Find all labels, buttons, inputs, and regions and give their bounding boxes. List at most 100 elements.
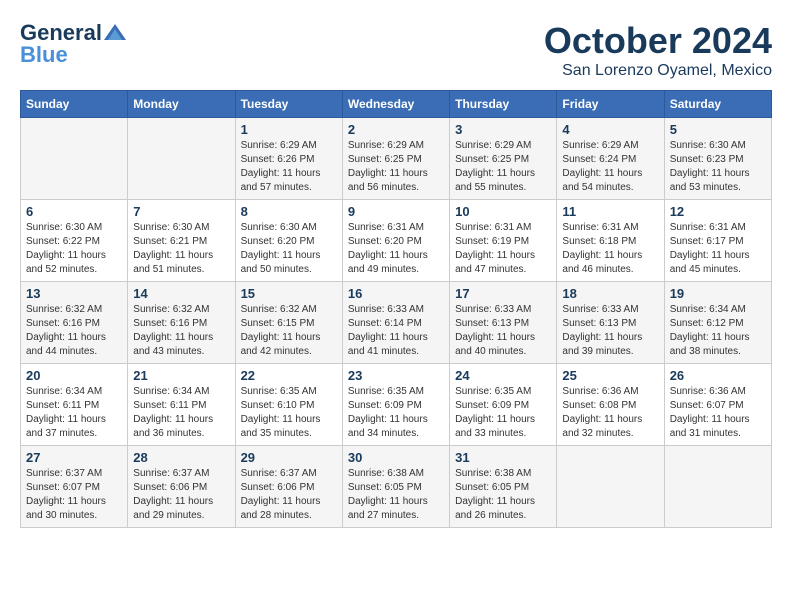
calendar-cell: 17 Sunrise: 6:33 AM Sunset: 6:13 PM Dayli… — [450, 282, 557, 364]
day-info: Sunrise: 6:30 AM Sunset: 6:20 PM Dayligh… — [241, 221, 337, 277]
day-info: Sunrise: 6:29 AM Sunset: 6:24 PM Dayligh… — [562, 139, 658, 195]
calendar-cell — [557, 446, 664, 528]
day-info: Sunrise: 6:33 AM Sunset: 6:14 PM Dayligh… — [348, 303, 444, 359]
day-info: Sunrise: 6:37 AM Sunset: 6:06 PM Dayligh… — [133, 467, 229, 523]
day-number: 21 — [133, 368, 229, 383]
header-thursday: Thursday — [450, 91, 557, 118]
day-number: 30 — [348, 450, 444, 465]
day-info: Sunrise: 6:38 AM Sunset: 6:05 PM Dayligh… — [455, 467, 551, 523]
day-info: Sunrise: 6:32 AM Sunset: 6:16 PM Dayligh… — [133, 303, 229, 359]
day-info: Sunrise: 6:30 AM Sunset: 6:22 PM Dayligh… — [26, 221, 122, 277]
calendar-week-row: 27 Sunrise: 6:37 AM Sunset: 6:07 PM Dayli… — [21, 446, 772, 528]
day-info: Sunrise: 6:29 AM Sunset: 6:25 PM Dayligh… — [348, 139, 444, 195]
day-number: 6 — [26, 204, 122, 219]
header-saturday: Saturday — [664, 91, 771, 118]
calendar-cell: 2 Sunrise: 6:29 AM Sunset: 6:25 PM Daylig… — [342, 118, 449, 200]
calendar-cell: 5Sunrise: 6:30 AM Sunset: 6:23 PM Daylig… — [664, 118, 771, 200]
day-info: Sunrise: 6:31 AM Sunset: 6:18 PM Dayligh… — [562, 221, 658, 277]
title-area: October 2024 San Lorenzo Oyamel, Mexico — [544, 20, 772, 80]
calendar-cell: 19 Sunrise: 6:34 AM Sunset: 6:12 PM Dayli… — [664, 282, 771, 364]
day-number: 16 — [348, 286, 444, 301]
header-wednesday: Wednesday — [342, 91, 449, 118]
month-title: October 2024 — [544, 20, 772, 62]
day-number: 18 — [562, 286, 658, 301]
day-number: 9 — [348, 204, 444, 219]
day-number: 5 — [670, 122, 766, 137]
day-number: 22 — [241, 368, 337, 383]
day-info: Sunrise: 6:32 AM Sunset: 6:15 PM Dayligh… — [241, 303, 337, 359]
calendar-cell — [128, 118, 235, 200]
day-info: Sunrise: 6:36 AM Sunset: 6:07 PM Dayligh… — [670, 385, 766, 441]
day-number: 31 — [455, 450, 551, 465]
logo: General Blue — [20, 20, 126, 68]
day-number: 2 — [348, 122, 444, 137]
day-number: 19 — [670, 286, 766, 301]
day-number: 17 — [455, 286, 551, 301]
day-number: 25 — [562, 368, 658, 383]
day-info: Sunrise: 6:35 AM Sunset: 6:10 PM Dayligh… — [241, 385, 337, 441]
day-number: 28 — [133, 450, 229, 465]
calendar-cell: 13 Sunrise: 6:32 AM Sunset: 6:16 PM Dayli… — [21, 282, 128, 364]
calendar-cell: 8 Sunrise: 6:30 AM Sunset: 6:20 PM Daylig… — [235, 200, 342, 282]
day-info: Sunrise: 6:38 AM Sunset: 6:05 PM Dayligh… — [348, 467, 444, 523]
calendar-cell: 27 Sunrise: 6:37 AM Sunset: 6:07 PM Dayli… — [21, 446, 128, 528]
day-number: 11 — [562, 204, 658, 219]
day-info: Sunrise: 6:33 AM Sunset: 6:13 PM Dayligh… — [455, 303, 551, 359]
location: San Lorenzo Oyamel, Mexico — [544, 62, 772, 80]
calendar-cell — [21, 118, 128, 200]
day-number: 10 — [455, 204, 551, 219]
day-info: Sunrise: 6:30 AM Sunset: 6:21 PM Dayligh… — [133, 221, 229, 277]
calendar-cell: 18Sunrise: 6:33 AM Sunset: 6:13 PM Dayli… — [557, 282, 664, 364]
calendar-cell: 7Sunrise: 6:30 AM Sunset: 6:21 PM Daylig… — [128, 200, 235, 282]
logo-blue: Blue — [20, 42, 68, 68]
calendar-cell: 31 Sunrise: 6:38 AM Sunset: 6:05 PM Dayli… — [450, 446, 557, 528]
calendar-week-row: 6 Sunrise: 6:30 AM Sunset: 6:22 PM Daylig… — [21, 200, 772, 282]
header-sunday: Sunday — [21, 91, 128, 118]
day-info: Sunrise: 6:36 AM Sunset: 6:08 PM Dayligh… — [562, 385, 658, 441]
day-number: 26 — [670, 368, 766, 383]
day-info: Sunrise: 6:34 AM Sunset: 6:11 PM Dayligh… — [26, 385, 122, 441]
calendar-cell: 25 Sunrise: 6:36 AM Sunset: 6:08 PM Dayli… — [557, 364, 664, 446]
day-info: Sunrise: 6:29 AM Sunset: 6:25 PM Dayligh… — [455, 139, 551, 195]
calendar-cell: 22 Sunrise: 6:35 AM Sunset: 6:10 PM Dayli… — [235, 364, 342, 446]
calendar-header-row: SundayMondayTuesdayWednesdayThursdayFrid… — [21, 91, 772, 118]
calendar-cell: 23Sunrise: 6:35 AM Sunset: 6:09 PM Dayli… — [342, 364, 449, 446]
day-info: Sunrise: 6:35 AM Sunset: 6:09 PM Dayligh… — [348, 385, 444, 441]
day-info: Sunrise: 6:35 AM Sunset: 6:09 PM Dayligh… — [455, 385, 551, 441]
calendar-cell: 6 Sunrise: 6:30 AM Sunset: 6:22 PM Daylig… — [21, 200, 128, 282]
calendar-cell: 29Sunrise: 6:37 AM Sunset: 6:06 PM Dayli… — [235, 446, 342, 528]
day-number: 3 — [455, 122, 551, 137]
calendar-cell: 12 Sunrise: 6:31 AM Sunset: 6:17 PM Dayli… — [664, 200, 771, 282]
logo-icon — [104, 24, 126, 40]
calendar-cell: 10 Sunrise: 6:31 AM Sunset: 6:19 PM Dayli… — [450, 200, 557, 282]
day-info: Sunrise: 6:32 AM Sunset: 6:16 PM Dayligh… — [26, 303, 122, 359]
header-friday: Friday — [557, 91, 664, 118]
day-info: Sunrise: 6:29 AM Sunset: 6:26 PM Dayligh… — [241, 139, 337, 195]
calendar-cell: 30 Sunrise: 6:38 AM Sunset: 6:05 PM Dayli… — [342, 446, 449, 528]
day-number: 15 — [241, 286, 337, 301]
day-info: Sunrise: 6:34 AM Sunset: 6:12 PM Dayligh… — [670, 303, 766, 359]
calendar-cell: 24Sunrise: 6:35 AM Sunset: 6:09 PM Dayli… — [450, 364, 557, 446]
day-info: Sunrise: 6:37 AM Sunset: 6:06 PM Dayligh… — [241, 467, 337, 523]
day-number: 12 — [670, 204, 766, 219]
day-info: Sunrise: 6:31 AM Sunset: 6:20 PM Dayligh… — [348, 221, 444, 277]
day-number: 20 — [26, 368, 122, 383]
day-info: Sunrise: 6:31 AM Sunset: 6:17 PM Dayligh… — [670, 221, 766, 277]
calendar-cell: 26 Sunrise: 6:36 AM Sunset: 6:07 PM Dayli… — [664, 364, 771, 446]
calendar-week-row: 20 Sunrise: 6:34 AM Sunset: 6:11 PM Dayli… — [21, 364, 772, 446]
day-number: 8 — [241, 204, 337, 219]
calendar-cell: 14 Sunrise: 6:32 AM Sunset: 6:16 PM Dayli… — [128, 282, 235, 364]
calendar-cell: 16 Sunrise: 6:33 AM Sunset: 6:14 PM Dayli… — [342, 282, 449, 364]
day-info: Sunrise: 6:31 AM Sunset: 6:19 PM Dayligh… — [455, 221, 551, 277]
day-number: 1 — [241, 122, 337, 137]
calendar-cell: 1 Sunrise: 6:29 AM Sunset: 6:26 PM Daylig… — [235, 118, 342, 200]
day-number: 13 — [26, 286, 122, 301]
calendar-table: SundayMondayTuesdayWednesdayThursdayFrid… — [20, 90, 772, 528]
calendar-cell: 11 Sunrise: 6:31 AM Sunset: 6:18 PM Dayli… — [557, 200, 664, 282]
day-number: 27 — [26, 450, 122, 465]
day-number: 14 — [133, 286, 229, 301]
calendar-cell: 15 Sunrise: 6:32 AM Sunset: 6:15 PM Dayli… — [235, 282, 342, 364]
page-header: General Blue October 2024 San Lorenzo Oy… — [20, 20, 772, 80]
day-info: Sunrise: 6:37 AM Sunset: 6:07 PM Dayligh… — [26, 467, 122, 523]
header-monday: Monday — [128, 91, 235, 118]
